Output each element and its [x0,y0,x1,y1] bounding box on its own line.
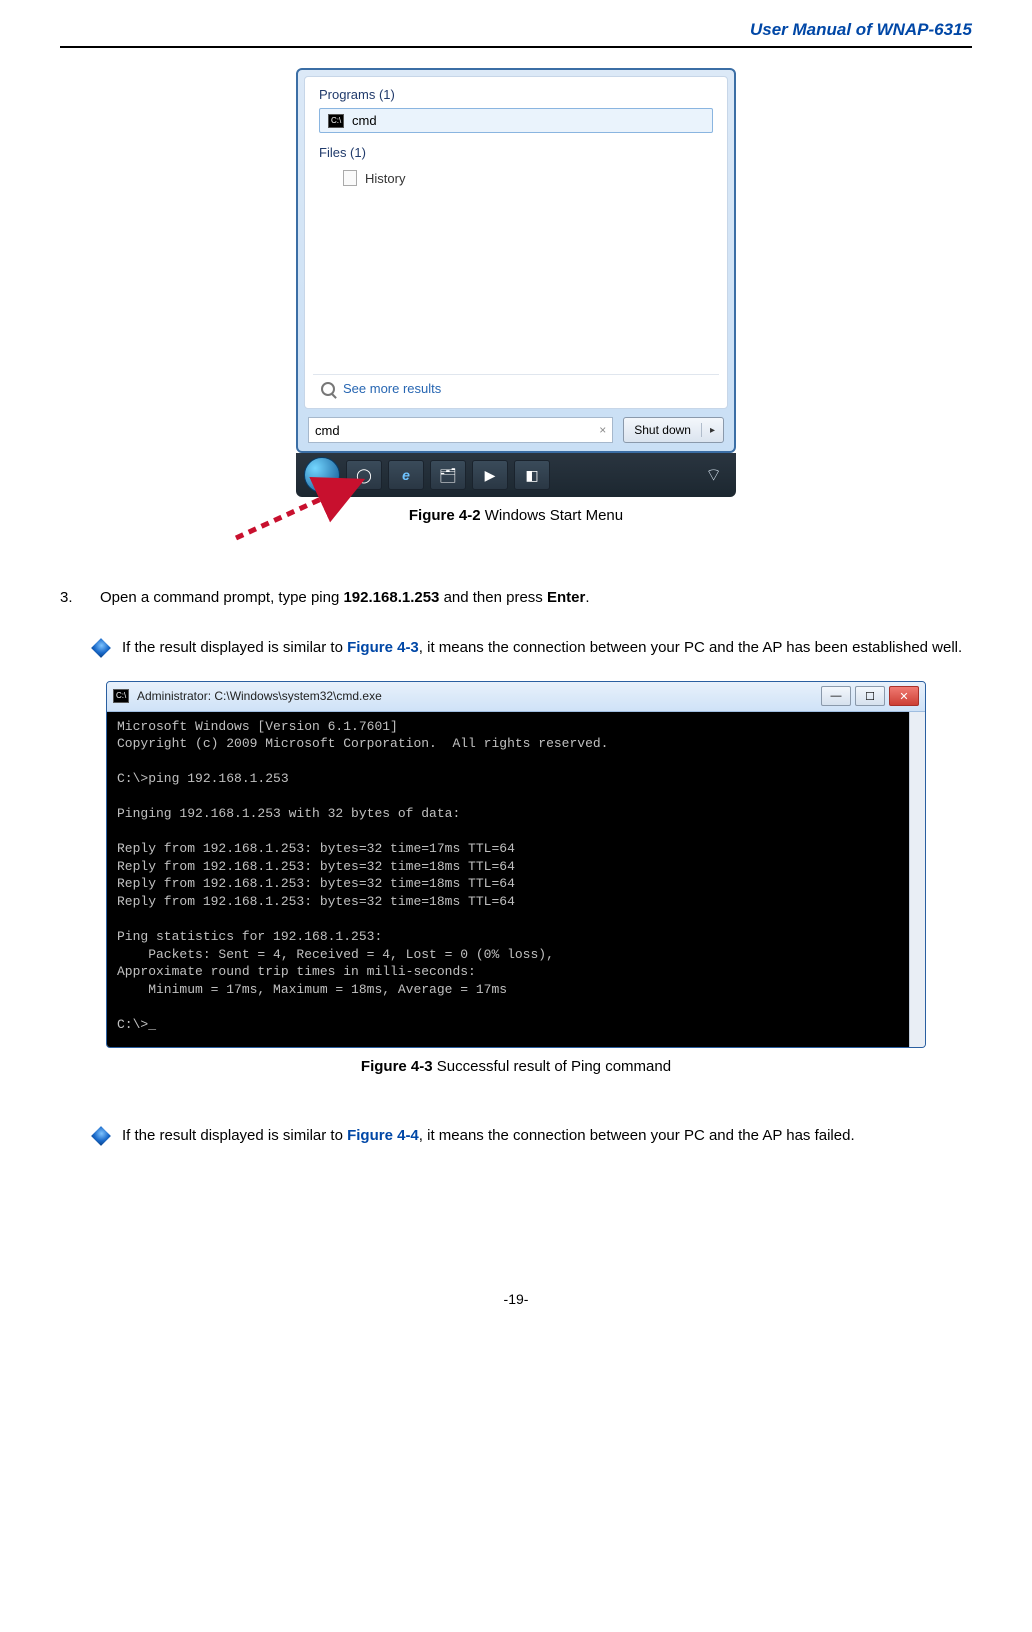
bullet-failed: If the result displayed is similar to Fi… [94,1121,972,1151]
start-orb-icon[interactable] [304,457,340,493]
figure-4-2-text: Windows Start Menu [481,507,624,524]
step3-text-b: and then press [439,589,547,606]
cmd-console-output: Microsoft Windows [Version 6.1.7601] Cop… [107,712,909,1048]
search-value: cmd [315,423,340,438]
step-number: 3. [60,584,82,613]
bullet-success: If the result displayed is similar to Fi… [94,633,972,663]
cmd-title-text: Administrator: C:\Windows\system32\cmd.e… [137,689,382,703]
page-header: User Manual of WNAP-6315 [60,20,972,48]
taskbar-ie-icon[interactable]: e [388,460,424,490]
shutdown-button[interactable]: Shut down ▸ [623,417,724,443]
figure-4-2-wrap: Programs (1) C:\ cmd Files (1) History S… [60,68,972,524]
taskbar: ◯ e 🗂 ▶ ◧ ⌔ [296,453,736,497]
wifi-tray-icon[interactable]: ⌔ [699,464,728,487]
step3-text-a: Open a command prompt, type ping [100,589,343,606]
figure-4-2-caption: Figure 4-2 Windows Start Menu [60,507,972,524]
shutdown-arrow-icon[interactable]: ▸ [702,425,723,436]
bullet-diamond-icon [91,638,111,658]
taskbar-app-icon[interactable]: ◧ [514,460,550,490]
bullet-diamond-icon [91,1126,111,1146]
document-icon [343,170,357,186]
figure-4-4-ref-inline: Figure 4-4 [347,1127,419,1144]
program-item-cmd[interactable]: C:\ cmd [319,108,713,133]
clear-search-icon[interactable]: × [599,423,606,437]
cmd-window: C:\ Administrator: C:\Windows\system32\c… [106,681,926,1049]
figure-4-2-ref: Figure 4-2 [409,507,481,524]
bullet2-b: , it means the connection between your P… [419,1127,855,1144]
taskbar-media-icon[interactable]: ▶ [472,460,508,490]
step3-text-c: . [585,589,589,606]
see-more-results[interactable]: See more results [313,374,719,402]
bullet2-a: If the result displayed is similar to [122,1127,347,1144]
program-item-label: cmd [352,113,377,128]
file-item-label: History [365,171,405,186]
cmd-icon: C:\ [328,114,344,128]
see-more-label: See more results [343,381,441,396]
files-header: Files (1) [313,141,719,164]
file-item-history[interactable]: History [319,166,713,190]
close-button[interactable]: ✕ [889,686,919,706]
figure-4-3-text: Successful result of Ping command [433,1058,671,1075]
maximize-button[interactable]: ☐ [855,686,885,706]
page-number: -19- [60,1291,972,1307]
step3-ip: 192.168.1.253 [343,589,439,606]
taskbar-chrome-icon[interactable]: ◯ [346,460,382,490]
cmd-titlebar-icon: C:\ [113,689,129,703]
step-3: 3. Open a command prompt, type ping 192.… [60,584,972,613]
bullet1-a: If the result displayed is similar to [122,639,347,656]
start-search-input[interactable]: cmd × [308,417,613,443]
figure-4-3-ref-inline: Figure 4-3 [347,639,419,656]
cmd-titlebar: C:\ Administrator: C:\Windows\system32\c… [107,682,925,712]
figure-4-3-caption: Figure 4-3 Successful result of Ping com… [60,1058,972,1075]
step3-enter: Enter [547,589,585,606]
figure-4-3-ref: Figure 4-3 [361,1058,433,1075]
scrollbar[interactable] [909,712,925,1048]
search-icon [321,382,335,396]
shutdown-label: Shut down [624,423,702,437]
taskbar-explorer-icon[interactable]: 🗂 [430,460,466,490]
start-menu-panel: Programs (1) C:\ cmd Files (1) History S… [296,68,736,453]
bullet1-b: , it means the connection between your P… [419,639,962,656]
programs-header: Programs (1) [313,83,719,106]
minimize-button[interactable]: — [821,686,851,706]
